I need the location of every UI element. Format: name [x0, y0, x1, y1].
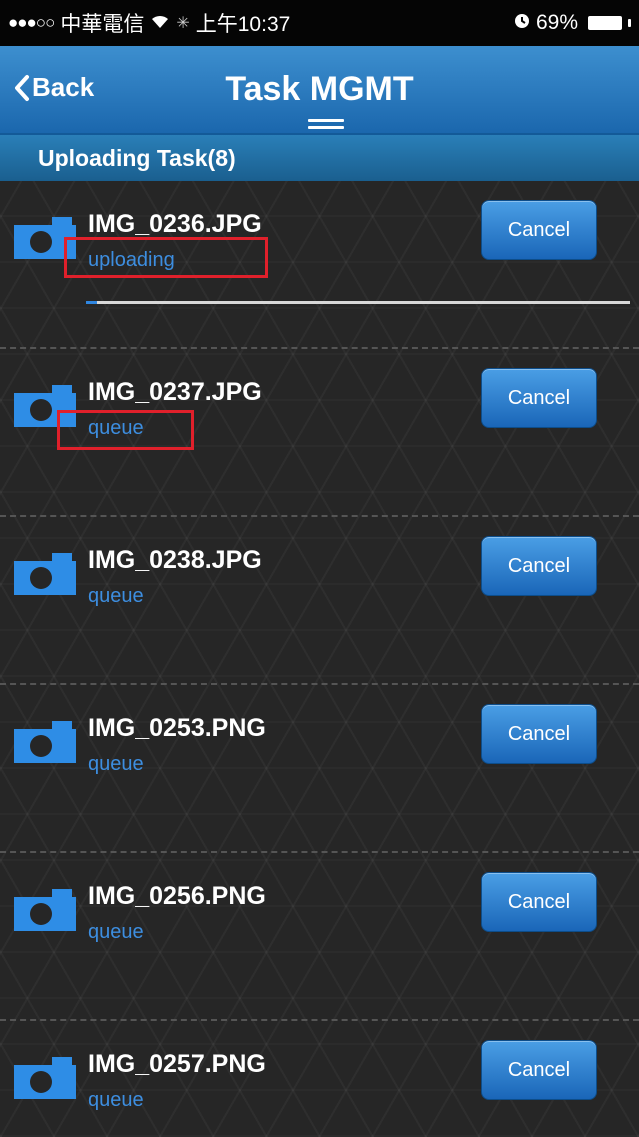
camera-icon	[14, 887, 76, 936]
task-filename: IMG_0238.JPG	[88, 546, 262, 574]
wifi-icon	[150, 11, 170, 35]
upload-progress-fill	[86, 301, 97, 304]
cancel-button[interactable]: Cancel	[481, 872, 597, 932]
camera-icon	[14, 719, 76, 768]
upload-progress-bar	[86, 301, 630, 304]
task-row: IMG_0256.PNG queue Cancel	[0, 853, 639, 1021]
battery-tip	[628, 19, 631, 27]
battery-percent: 69%	[535, 11, 578, 34]
task-filename: IMG_0237.JPG	[88, 378, 262, 406]
section-header: Uploading Task(8)	[0, 135, 639, 181]
cancel-button[interactable]: Cancel	[481, 704, 597, 764]
cancel-button[interactable]: Cancel	[481, 200, 597, 260]
task-row: IMG_0253.PNG queue Cancel	[0, 685, 639, 853]
status-bar: ●●●○○ 中華電信 ✳ 上午10:37 69%	[0, 0, 639, 46]
status-highlight-box	[57, 410, 194, 450]
task-status: queue	[88, 585, 144, 607]
cancel-button[interactable]: Cancel	[481, 1040, 597, 1100]
status-highlight-box	[64, 237, 268, 278]
activity-spinner-icon: ✳	[176, 15, 190, 32]
navigation-bar: Back Task MGMT	[0, 46, 639, 135]
task-status: queue	[88, 1089, 144, 1111]
camera-icon	[14, 551, 76, 600]
page-title: Task MGMT	[225, 70, 414, 108]
menu-handle-icon[interactable]	[308, 119, 344, 129]
cancel-button[interactable]: Cancel	[481, 536, 597, 596]
task-filename: IMG_0253.PNG	[88, 714, 266, 742]
status-time: 上午10:37	[195, 13, 291, 36]
task-status: queue	[88, 921, 144, 943]
status-bar-left: ●●●○○ 中華電信 ✳ 上午10:37	[8, 8, 290, 38]
task-filename: IMG_0256.PNG	[88, 882, 266, 910]
task-row: IMG_0238.JPG queue Cancel	[0, 517, 639, 685]
camera-icon	[14, 1055, 76, 1104]
cancel-button[interactable]: Cancel	[481, 368, 597, 428]
alarm-icon	[514, 11, 530, 35]
task-filename: IMG_0257.PNG	[88, 1050, 266, 1078]
status-bar-right: 69%	[514, 11, 631, 35]
carrier-name: 中華電信	[60, 13, 145, 36]
task-filename: IMG_0236.JPG	[88, 210, 262, 238]
task-row: IMG_0257.PNG queue Cancel	[0, 1021, 639, 1137]
task-list: IMG_0236.JPG uploading Cancel IMG_0237.J…	[0, 181, 639, 1137]
battery-icon	[588, 16, 622, 30]
signal-strength-icon: ●●●○○	[8, 13, 55, 32]
task-status: queue	[88, 753, 144, 775]
